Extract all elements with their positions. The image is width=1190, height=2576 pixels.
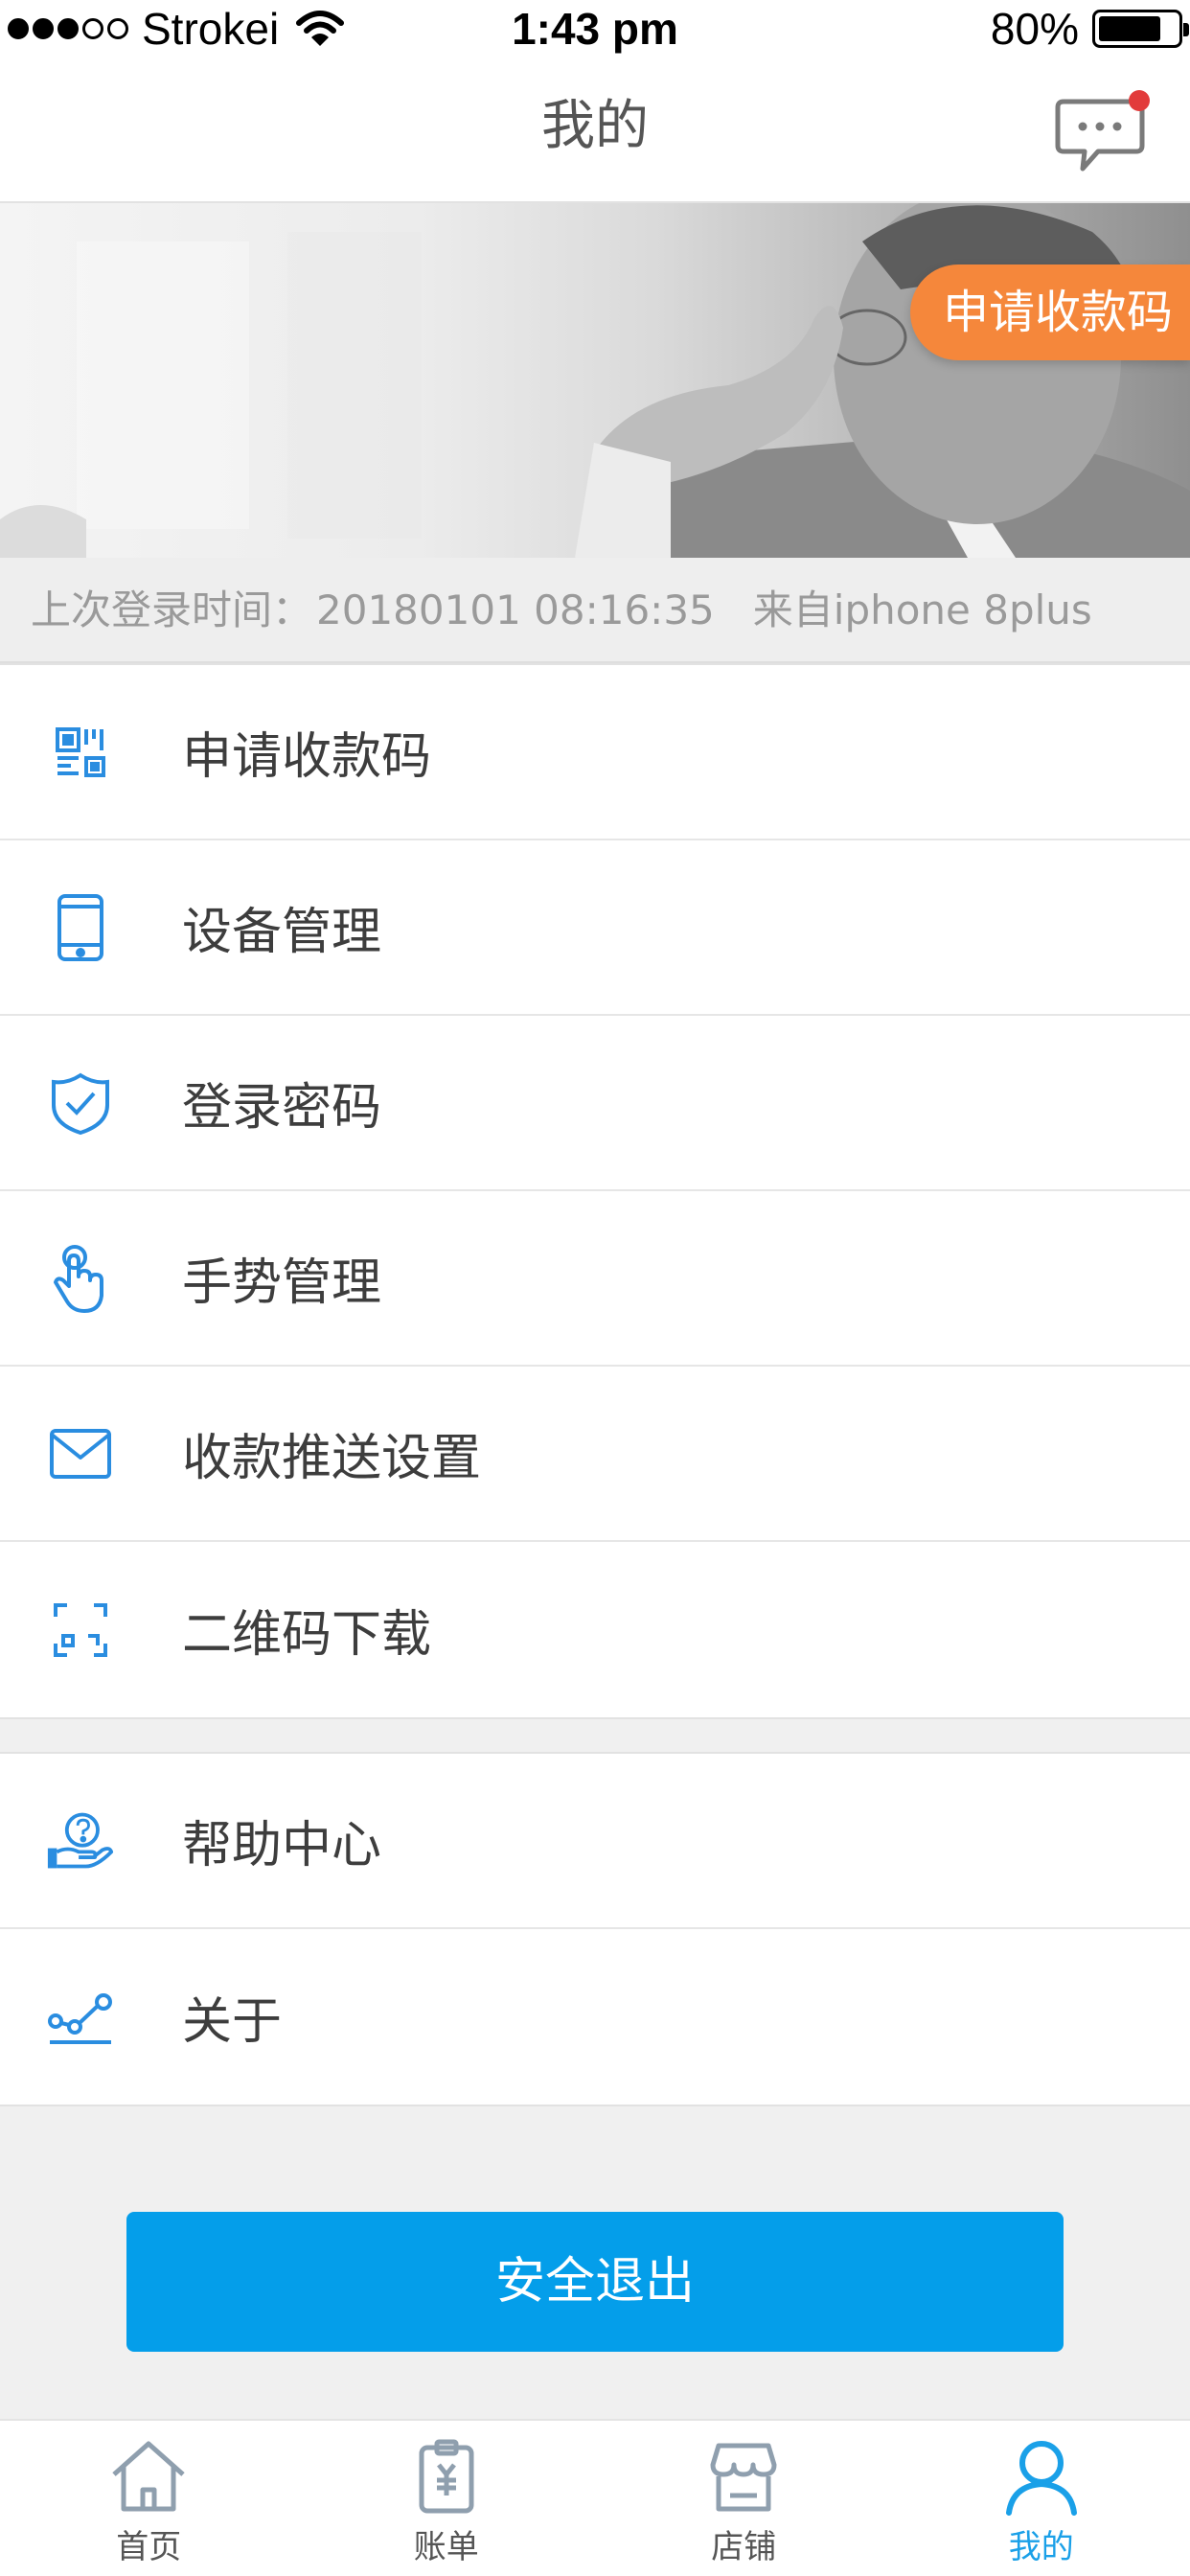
- bill-icon: [419, 2439, 474, 2514]
- status-bar: Strokei 1:43 pm 80%: [0, 0, 1190, 58]
- user-icon: [1005, 2441, 1077, 2516]
- store-icon: [710, 2443, 777, 2512]
- menu-item-label: 申请收款码: [182, 728, 432, 786]
- menu-item-label: 收款推送设置: [182, 1430, 482, 1487]
- menu-item-label: 关于: [182, 1993, 283, 2051]
- nodes-icon: [46, 1983, 115, 2052]
- apply-qr-badge[interactable]: 申请收款码: [909, 264, 1190, 360]
- tab-label: 账单: [413, 2528, 479, 2566]
- tab-label: 首页: [116, 2528, 182, 2566]
- unread-dot: [1129, 90, 1150, 111]
- menu-item-label: 手势管理: [182, 1254, 382, 1312]
- tab-mine[interactable]: 我的: [893, 2421, 1190, 2576]
- menu-item-gesture-management[interactable]: 手势管理: [0, 1191, 1190, 1367]
- menu-item-label: 登录密码: [182, 1079, 382, 1137]
- tab-bills[interactable]: 账单: [298, 2421, 596, 2576]
- nav-bar: 我的: [0, 58, 1190, 203]
- phone-icon: [46, 893, 115, 962]
- tab-store[interactable]: 店铺: [595, 2421, 893, 2576]
- menu-item-push-settings[interactable]: 收款推送设置: [0, 1367, 1190, 1542]
- battery-group: 80%: [990, 2, 1189, 56]
- tab-label: 我的: [1008, 2528, 1074, 2566]
- menu-item-qr-download[interactable]: 二维码下载: [0, 1542, 1190, 1717]
- finger-touch-icon: [46, 1244, 115, 1313]
- banner-photo: [0, 203, 1190, 558]
- menu-item-login-password[interactable]: 登录密码: [0, 1016, 1190, 1191]
- qr-code-icon: [46, 718, 115, 787]
- logout-button[interactable]: 安全退出: [126, 2212, 1064, 2352]
- menu-item-help-center[interactable]: 帮助中心: [0, 1754, 1190, 1929]
- battery-icon: [1092, 10, 1189, 48]
- menu-item-label: 帮助中心: [182, 1817, 382, 1874]
- help-list: 帮助中心 关于: [0, 1752, 1190, 2106]
- menu-item-about[interactable]: 关于: [0, 1929, 1190, 2104]
- envelope-icon: [46, 1419, 115, 1488]
- last-login-device: 来自iphone 8plus: [752, 586, 1092, 633]
- shield-check-icon: [46, 1069, 115, 1138]
- home-icon: [112, 2441, 185, 2512]
- last-login-label: 上次登录时间：: [31, 586, 313, 633]
- last-login-info: 上次登录时间：20180101 08:16:35 来自iphone 8plus: [0, 558, 1190, 663]
- page-title: 我的: [541, 95, 649, 157]
- help-hand-icon: [46, 1806, 115, 1875]
- last-login-time: 20180101 08:16:35: [316, 586, 715, 633]
- menu-item-apply-qr[interactable]: 申请收款码: [0, 665, 1190, 840]
- tab-label: 店铺: [711, 2528, 777, 2566]
- tab-bar: 首页 账单 店铺 我的: [0, 2419, 1190, 2576]
- profile-banner: 申请收款码: [0, 203, 1190, 558]
- tab-home[interactable]: 首页: [0, 2421, 298, 2576]
- scan-frame-icon: [46, 1596, 115, 1665]
- settings-list: 申请收款码 设备管理 登录密码 手势管理 收款推送设置 二维码下载: [0, 663, 1190, 1719]
- message-button[interactable]: [1054, 90, 1150, 176]
- menu-item-label: 二维码下载: [182, 1606, 432, 1664]
- battery-percent: 80%: [990, 4, 1079, 54]
- menu-item-device-management[interactable]: 设备管理: [0, 840, 1190, 1016]
- battery-fill: [1099, 16, 1160, 41]
- menu-item-label: 设备管理: [182, 904, 382, 961]
